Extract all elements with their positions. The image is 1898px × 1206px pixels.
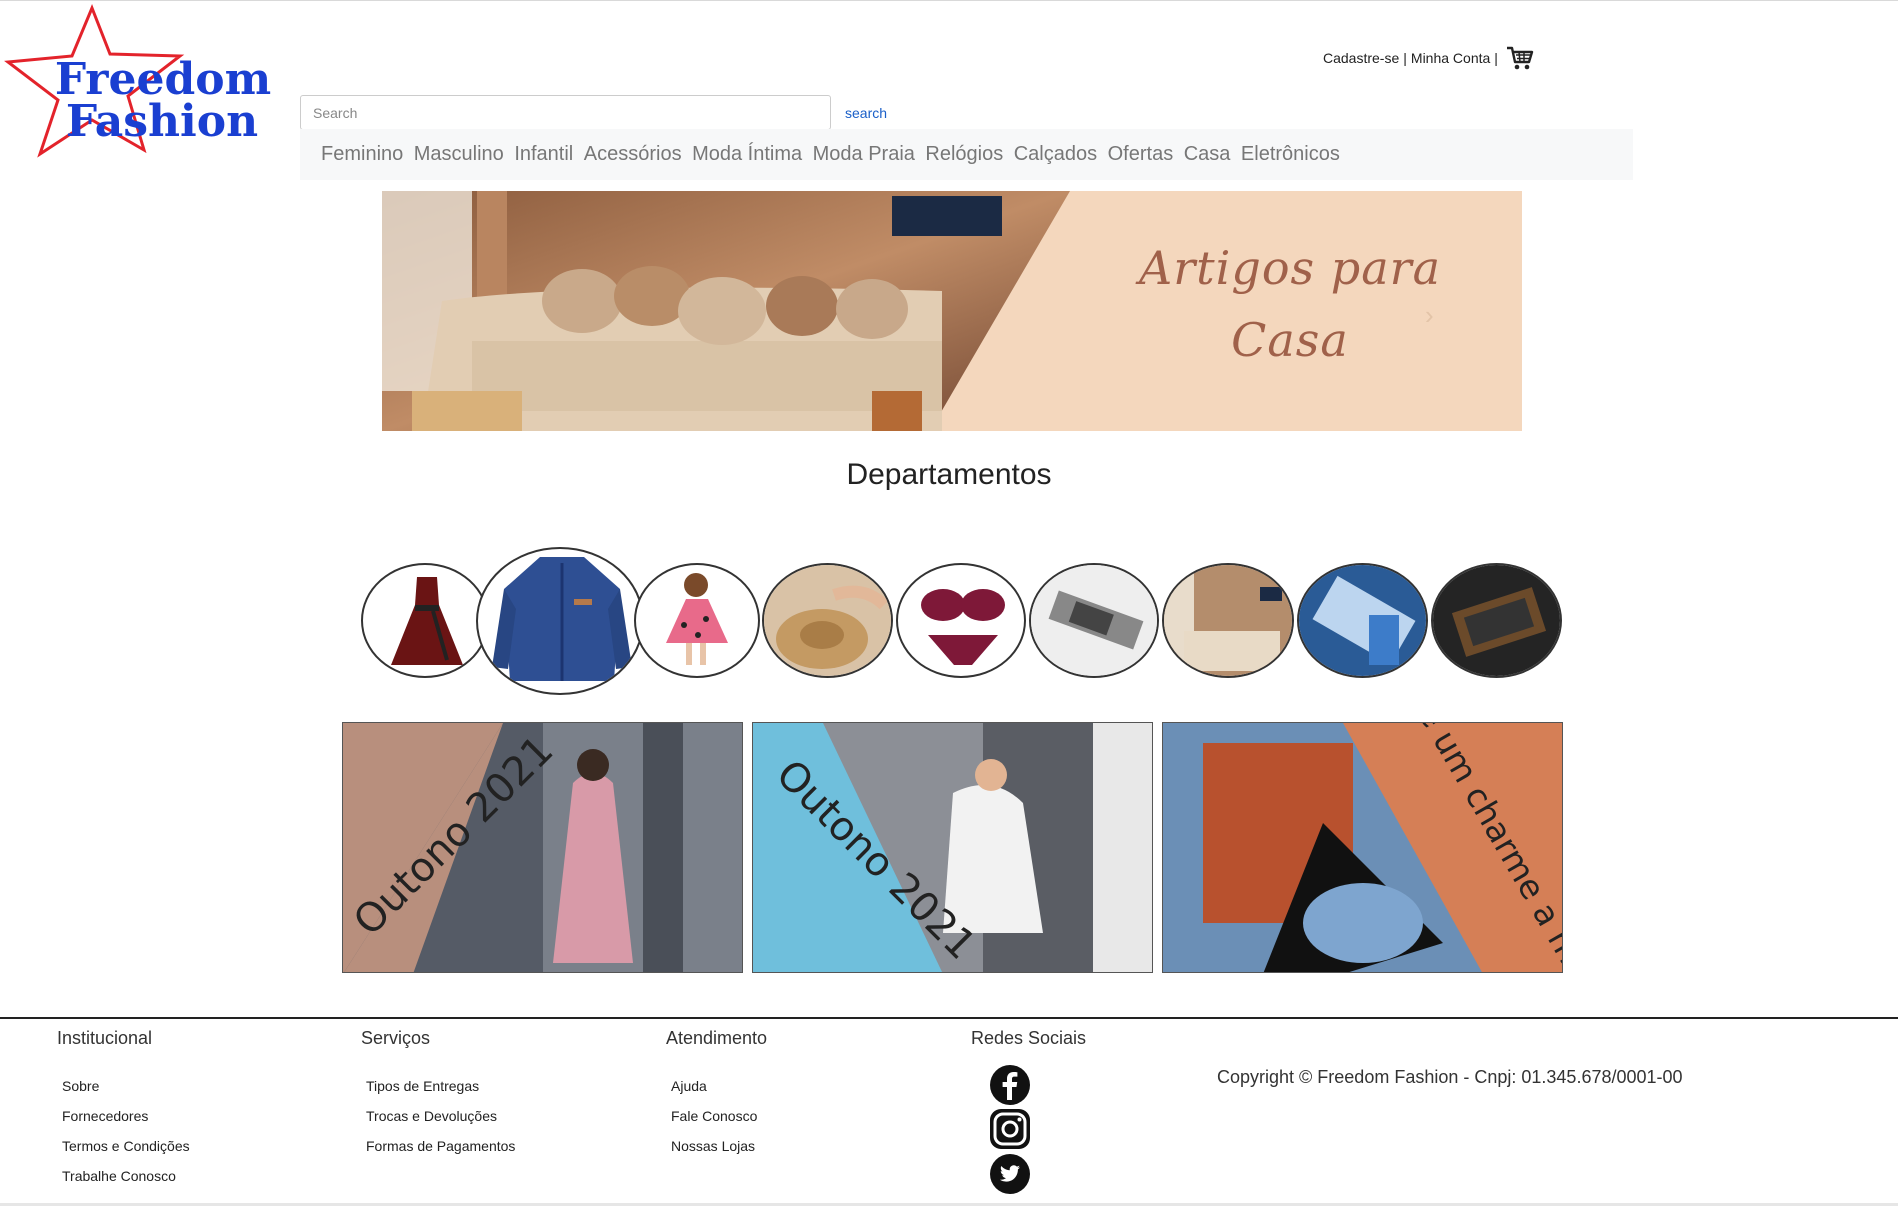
nav-item-calcados[interactable]: Calçados xyxy=(1014,143,1097,166)
category-nav: Feminino Masculino Infantil Acessórios M… xyxy=(300,129,1633,180)
search-button[interactable]: search xyxy=(845,105,887,121)
footer-link-ajuda[interactable]: Ajuda xyxy=(671,1071,767,1101)
facebook-icon[interactable] xyxy=(989,1064,1031,1106)
shirt-image xyxy=(492,557,632,681)
electronics-image xyxy=(1299,565,1426,676)
hero-caption-line1: Artigos para xyxy=(1138,241,1442,295)
footer-servicos: Serviços Tipos de Entregas Trocas e Devo… xyxy=(361,1028,515,1161)
footer-link-pagamentos[interactable]: Formas de Pagamentos xyxy=(366,1131,515,1161)
instagram-icon[interactable] xyxy=(989,1108,1031,1150)
hero-caption-line2: Casa xyxy=(1231,313,1349,367)
cart-icon[interactable] xyxy=(1506,44,1534,72)
departments-title: Departamentos xyxy=(846,458,1052,491)
chevron-right-icon[interactable]: › xyxy=(1425,300,1434,331)
department-relogios[interactable] xyxy=(1029,563,1159,678)
nav-item-ofertas[interactable]: Ofertas xyxy=(1108,143,1174,166)
footer-institucional: Institucional Sobre Fornecedores Termos … xyxy=(57,1028,190,1191)
footer-link-lojas[interactable]: Nossas Lojas xyxy=(671,1131,767,1161)
footer-link-sobre[interactable]: Sobre xyxy=(62,1071,190,1101)
nav-item-moda-praia[interactable]: Moda Praia xyxy=(813,143,915,166)
kids-image xyxy=(666,573,728,665)
nav-item-masculino[interactable]: Masculino xyxy=(414,143,504,166)
home-image xyxy=(1164,565,1292,676)
my-account-link[interactable]: Minha Conta xyxy=(1411,50,1490,66)
nav-item-moda-intima[interactable]: Moda Íntima xyxy=(692,143,802,166)
footer-institucional-title: Institucional xyxy=(57,1028,153,1048)
department-moda-intima[interactable] xyxy=(896,563,1026,678)
department-outros[interactable] xyxy=(1431,563,1562,678)
nav-item-acessorios[interactable]: Acessórios xyxy=(584,143,682,166)
dress-image xyxy=(391,577,463,665)
promo-banner-1[interactable]: Outono 2021 xyxy=(342,722,743,973)
separator: | xyxy=(1403,50,1407,66)
department-acessorios[interactable] xyxy=(762,563,893,678)
footer-divider xyxy=(0,1017,1898,1019)
footer-redes-title: Redes Sociais xyxy=(971,1028,1087,1048)
department-vestido[interactable] xyxy=(361,563,489,678)
department-eletronicos[interactable] xyxy=(1297,563,1428,678)
promo-banner-3[interactable]: Dê um charme a mais xyxy=(1162,722,1563,973)
promo-banner-2[interactable]: Outono 2021 xyxy=(752,722,1153,973)
footer-servicos-title: Serviços xyxy=(361,1028,431,1048)
logo-text-line2: Fashion xyxy=(66,96,258,147)
footer-link-fornecedores[interactable]: Fornecedores xyxy=(62,1101,190,1131)
footer-atendimento: Atendimento Ajuda Fale Conosco Nossas Lo… xyxy=(666,1028,767,1161)
register-link[interactable]: Cadastre-se xyxy=(1323,50,1399,66)
accessories-image xyxy=(764,565,891,676)
lingerie-image xyxy=(921,589,1005,665)
footer-link-fale-conosco[interactable]: Fale Conosco xyxy=(671,1101,767,1131)
footer-link-trocas[interactable]: Trocas e Devoluções xyxy=(366,1101,515,1131)
footer-link-termos[interactable]: Termos e Condições xyxy=(62,1131,190,1161)
footer-link-trabalhe[interactable]: Trabalhe Conosco xyxy=(62,1161,190,1191)
twitter-icon[interactable] xyxy=(989,1153,1031,1195)
search-input[interactable] xyxy=(300,95,831,130)
account-links: Cadastre-se | Minha Conta | xyxy=(1323,44,1534,72)
footer-link-entregas[interactable]: Tipos de Entregas xyxy=(366,1071,515,1101)
nav-item-eletronicos[interactable]: Eletrônicos xyxy=(1241,143,1340,166)
watches-image xyxy=(1031,565,1157,676)
nav-item-relogios[interactable]: Relógios xyxy=(925,143,1003,166)
hero-caption: Artigos para Casa xyxy=(1050,232,1530,376)
nav-item-feminino[interactable]: Feminino xyxy=(321,143,403,166)
department-infantil[interactable] xyxy=(634,563,760,678)
department-casa[interactable] xyxy=(1162,563,1294,678)
copyright-text: Copyright © Freedom Fashion - Cnpj: 01.3… xyxy=(1217,1067,1683,1087)
department-camisa[interactable] xyxy=(476,547,644,695)
logo[interactable]: Freedom Fashion xyxy=(0,0,290,165)
nav-item-casa[interactable]: Casa xyxy=(1184,143,1231,166)
separator: | xyxy=(1494,50,1498,66)
box-image xyxy=(1433,565,1560,676)
nav-item-infantil[interactable]: Infantil xyxy=(514,143,573,166)
footer-atendimento-title: Atendimento xyxy=(666,1028,768,1048)
